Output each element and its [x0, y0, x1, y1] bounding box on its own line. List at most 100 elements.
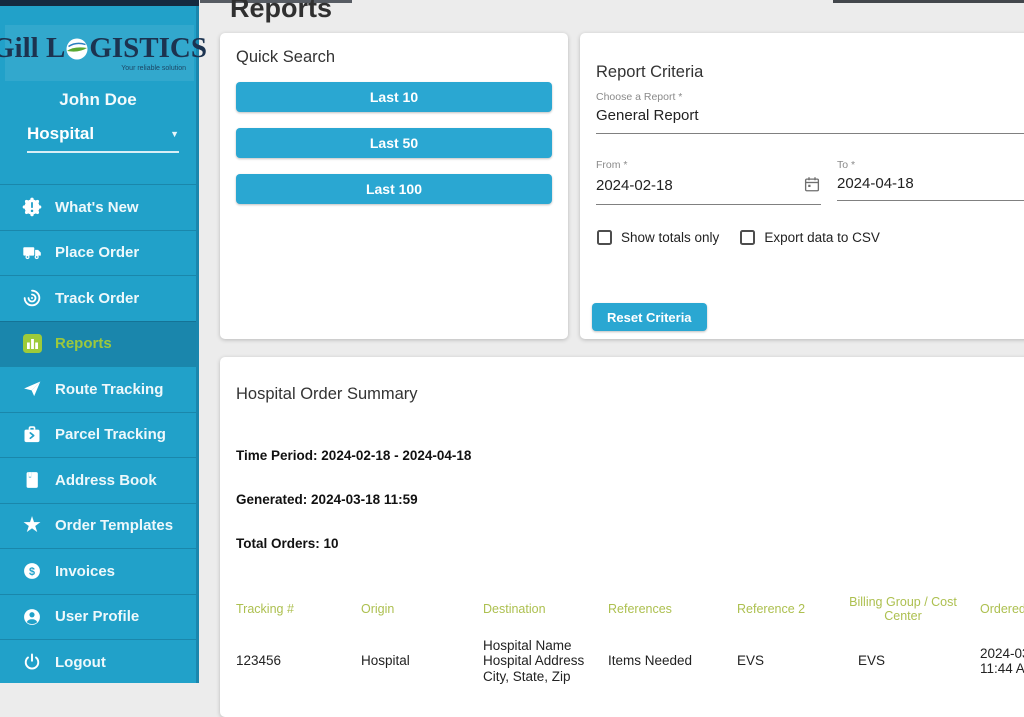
- dollar-circle-icon: $: [21, 560, 43, 582]
- logo-tagline: Your reliable solution: [121, 65, 186, 72]
- sidebar-item-label: Invoices: [55, 563, 115, 580]
- time-period-label: Time Period:: [236, 448, 318, 463]
- order-summary-title: Hospital Order Summary: [236, 385, 418, 404]
- col-header-reference-2: Reference 2: [721, 589, 842, 629]
- company-logo: Gill LGISTICS Your reliable solution: [5, 25, 194, 81]
- choose-report-input[interactable]: [596, 107, 1024, 124]
- report-criteria-card: Report Criteria Choose a Report * From *…: [580, 33, 1024, 339]
- location-selector[interactable]: Hospital ▼: [27, 124, 179, 153]
- sidebar-item-label: Address Book: [55, 472, 157, 489]
- sidebar-item-label: Logout: [55, 654, 106, 671]
- bar-chart-icon: [21, 333, 43, 355]
- sidebar-item-label: Reports: [55, 335, 112, 352]
- time-period-value: 2024-02-18 - 2024-04-18: [321, 448, 471, 463]
- time-period-line: Time Period: 2024-02-18 - 2024-04-18: [236, 448, 471, 463]
- sidebar-item-user-profile[interactable]: User Profile: [0, 594, 196, 640]
- col-header-billing-group: Billing Group / Cost Center: [842, 589, 964, 629]
- cell-billing-group: EVS: [842, 629, 964, 693]
- show-totals-checkbox[interactable]: [597, 230, 612, 245]
- col-header-tracking: Tracking #: [220, 589, 345, 629]
- globe-icon: [66, 38, 88, 60]
- cell-origin: Hospital: [345, 629, 467, 693]
- logo-text-suffix: GISTICS: [89, 34, 207, 63]
- cell-references: Items Needed: [592, 629, 721, 693]
- logo-text: Gill L GISTICS: [0, 34, 207, 63]
- last-50-button[interactable]: Last 50: [236, 128, 552, 158]
- generated-line: Generated: 2024-03-18 11:59: [236, 492, 418, 507]
- generated-label: Generated:: [236, 492, 307, 507]
- choose-report-field[interactable]: Choose a Report *: [596, 91, 1024, 134]
- from-date-field[interactable]: From *: [596, 159, 821, 205]
- show-totals-label: Show totals only: [621, 230, 719, 245]
- calendar-icon[interactable]: [803, 175, 821, 196]
- table-row: 123456 Hospital Hospital Name Hospital A…: [220, 629, 1024, 693]
- sidebar-item-route-tracking[interactable]: Route Tracking: [0, 366, 196, 412]
- criteria-checkboxes: Show totals only Export data to CSV: [597, 230, 880, 245]
- last-10-button[interactable]: Last 10: [236, 82, 552, 112]
- sidebar: Gill LGISTICS Your reliable solution Joh…: [0, 0, 199, 683]
- to-date-input[interactable]: [837, 175, 1024, 192]
- orders-table: Tracking # Origin Destination References…: [220, 589, 1024, 693]
- sidebar-top-strip: [0, 0, 199, 6]
- sidebar-item-label: User Profile: [55, 608, 139, 625]
- sidebar-item-invoices[interactable]: $ Invoices: [0, 548, 196, 594]
- col-header-references: References: [592, 589, 721, 629]
- sidebar-item-label: Track Order: [55, 290, 139, 307]
- cell-tracking: 123456: [220, 629, 345, 693]
- total-orders-value: 10: [324, 536, 339, 551]
- user-circle-icon: [21, 606, 43, 628]
- page-title: Reports: [230, 0, 332, 24]
- report-criteria-title: Report Criteria: [596, 63, 703, 82]
- col-header-destination: Destination: [467, 589, 592, 629]
- user-name: John Doe: [0, 90, 196, 110]
- from-date-input[interactable]: [596, 177, 803, 194]
- sidebar-item-whats-new[interactable]: What's New: [0, 184, 196, 230]
- main-content: Reports Quick Search Last 10 Last 50 Las…: [199, 0, 1024, 683]
- to-date-label: To *: [837, 159, 1024, 171]
- table-header-row: Tracking # Origin Destination References…: [220, 589, 1024, 629]
- sidebar-item-label: What's New: [55, 199, 139, 216]
- clipped-content-fragment: [833, 0, 1024, 3]
- show-totals-option: Show totals only: [597, 230, 719, 245]
- choose-report-label: Choose a Report *: [596, 91, 1024, 103]
- paper-plane-icon: [21, 378, 43, 400]
- location-selector-value: Hospital: [27, 124, 94, 144]
- svg-text:$: $: [29, 566, 35, 578]
- sidebar-item-label: Order Templates: [55, 517, 173, 534]
- last-100-button[interactable]: Last 100: [236, 174, 552, 204]
- sidebar-item-reports[interactable]: Reports: [0, 321, 196, 367]
- chevron-down-icon: ▼: [170, 129, 179, 139]
- sidebar-item-track-order[interactable]: Track Order: [0, 275, 196, 321]
- export-csv-label: Export data to CSV: [764, 230, 880, 245]
- quick-search-title: Quick Search: [236, 48, 335, 67]
- truck-icon: [21, 242, 43, 264]
- from-date-label: From *: [596, 159, 821, 171]
- sidebar-item-order-templates[interactable]: ★ Order Templates: [0, 503, 196, 549]
- sidebar-item-place-order[interactable]: Place Order: [0, 230, 196, 276]
- sidebar-item-label: Route Tracking: [55, 381, 163, 398]
- sidebar-item-label: Place Order: [55, 244, 139, 261]
- quick-search-card: Quick Search Last 10 Last 50 Last 100: [220, 33, 568, 339]
- cell-destination: Hospital Name Hospital Address City, Sta…: [467, 629, 592, 693]
- sidebar-item-label: Parcel Tracking: [55, 426, 166, 443]
- sidebar-item-address-book[interactable]: Address Book: [0, 457, 196, 503]
- book-icon: [21, 469, 43, 491]
- col-header-origin: Origin: [345, 589, 467, 629]
- total-orders-label: Total Orders:: [236, 536, 320, 551]
- star-icon: ★: [21, 515, 43, 537]
- sidebar-item-parcel-tracking[interactable]: Parcel Tracking: [0, 412, 196, 458]
- reset-criteria-button[interactable]: Reset Criteria: [592, 303, 707, 331]
- quick-search-buttons: Last 10 Last 50 Last 100: [236, 82, 552, 220]
- export-csv-option: Export data to CSV: [740, 230, 880, 245]
- total-orders-line: Total Orders: 10: [236, 536, 339, 551]
- col-header-ordered: Ordered: [964, 589, 1024, 629]
- to-date-field[interactable]: To *: [837, 159, 1024, 201]
- sidebar-item-logout[interactable]: Logout: [0, 639, 196, 685]
- power-icon: [21, 651, 43, 673]
- export-csv-checkbox[interactable]: [740, 230, 755, 245]
- order-summary-card: Hospital Order Summary Time Period: 2024…: [220, 357, 1024, 717]
- cell-reference-2: EVS: [721, 629, 842, 693]
- parcel-icon: [21, 424, 43, 446]
- logo-text-prefix: Gill L: [0, 34, 65, 63]
- alert-badge-icon: [21, 196, 43, 218]
